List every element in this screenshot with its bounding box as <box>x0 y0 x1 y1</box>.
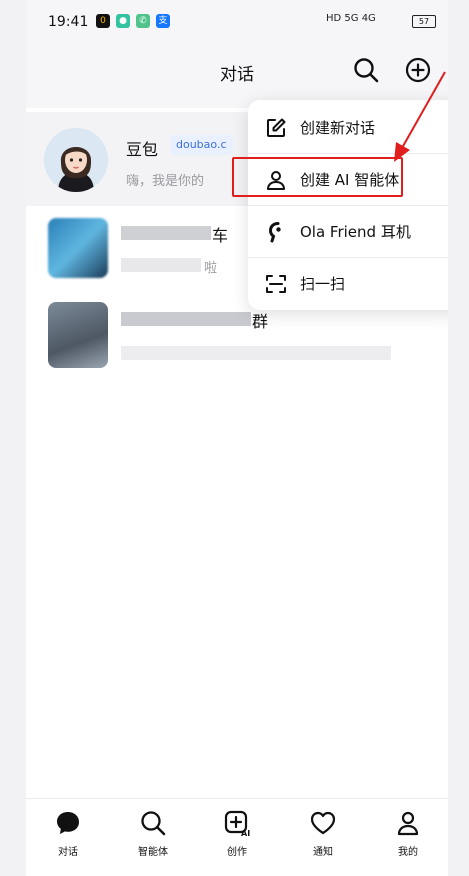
menu-item-label: 创建新对话 <box>300 119 376 137</box>
bot-tag: doubao.c <box>170 135 233 155</box>
search-icon <box>141 811 166 836</box>
alipay-icon: 支 <box>156 14 170 28</box>
menu-item-label: 扫一扫 <box>300 275 346 293</box>
phone-icon: ✆ <box>136 14 150 28</box>
chat-name: 车 <box>212 226 229 245</box>
tab-label: 智能体 <box>138 847 168 858</box>
search-icon[interactable] <box>352 56 380 84</box>
tab-agents[interactable]: 智能体 <box>123 809 183 869</box>
svg-text:AI: AI <box>241 829 250 837</box>
avatar-blurred <box>48 302 108 368</box>
chat-preview-blurred <box>121 258 201 272</box>
chat-preview-blurred <box>121 346 391 360</box>
scan-icon <box>266 275 286 293</box>
chat-name-blurred <box>121 226 211 240</box>
tab-create[interactable]: AI 创作 <box>207 809 267 869</box>
edit-icon <box>267 118 286 137</box>
menu-item-ola-friend[interactable]: Ola Friend 耳机 <box>248 206 448 258</box>
message-icon: ● <box>116 14 130 28</box>
avatar <box>44 128 108 192</box>
heart-icon <box>310 811 336 835</box>
tab-label: 对话 <box>58 847 78 858</box>
annotation-highlight-box <box>232 157 403 197</box>
battery-icon: 57 <box>412 15 436 28</box>
create-ai-icon: AI <box>224 810 250 837</box>
tab-label: 创作 <box>227 847 247 858</box>
status-network: HD 5G 4G <box>326 13 376 24</box>
chat-preview: 嗨，我是你的 <box>126 174 205 189</box>
avatar-blurred <box>48 218 108 278</box>
tab-label: 我的 <box>398 847 418 858</box>
bottom-tab-bar: 对话 智能体 AI 创作 通知 我的 <box>26 798 448 876</box>
tab-label: 通知 <box>313 847 333 858</box>
earphone-icon <box>268 222 281 243</box>
menu-item-label: Ola Friend 耳机 <box>300 223 411 241</box>
tab-profile[interactable]: 我的 <box>378 809 438 869</box>
status-time: 19:41 <box>48 14 89 30</box>
chat-name: 群 <box>252 312 269 331</box>
chat-name: 豆包 <box>126 140 159 159</box>
notification-app-icon: 0 <box>96 14 110 28</box>
status-bar: 19:41 0 ● ✆ 支 HD 5G 4G 57 <box>26 0 448 46</box>
chat-preview: 啦 <box>204 261 218 276</box>
profile-icon <box>397 811 419 836</box>
menu-item-scan[interactable]: 扫一扫 <box>248 258 448 310</box>
chat-name-blurred <box>121 312 251 326</box>
chat-bubble-icon <box>57 812 79 834</box>
tab-notifications[interactable]: 通知 <box>293 809 353 869</box>
tab-chat[interactable]: 对话 <box>38 809 98 869</box>
annotation-arrow-icon <box>394 71 446 162</box>
avatar-girl-icon <box>44 128 108 192</box>
